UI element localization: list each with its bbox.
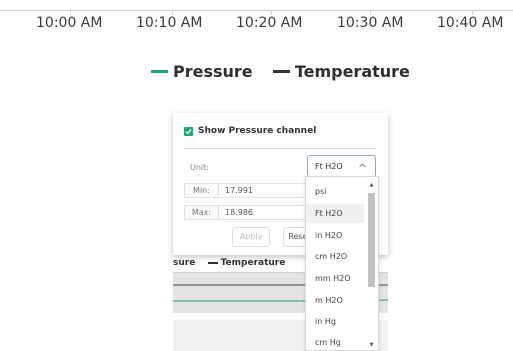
- screen: 10:00 AM 10:10 AM 10:20 AM 10:30 AM 10:4…: [0, 0, 513, 351]
- x-axis-line: [0, 10, 513, 11]
- unit-option[interactable]: m H2O: [306, 291, 364, 310]
- unit-option[interactable]: cm Hg: [306, 333, 364, 350]
- check-icon: [185, 128, 192, 134]
- unit-select[interactable]: Ft H2O: [307, 155, 376, 177]
- unit-option[interactable]: in H2O: [306, 226, 364, 245]
- x-tick-label: 10:30 AM: [337, 15, 404, 31]
- x-tick-label: 10:20 AM: [236, 15, 303, 31]
- chart-legend: Pressure Temperature: [151, 58, 410, 81]
- chevron-up-icon: [359, 163, 366, 168]
- legend-swatch: [151, 70, 168, 73]
- legend-item-temperature[interactable]: Temperature: [272, 62, 410, 81]
- unit-select-value: Ft H2O: [315, 162, 343, 171]
- show-channel-checkbox[interactable]: [184, 126, 193, 136]
- x-tick-label: 10:00 AM: [36, 15, 103, 31]
- mini-legend-label: Temperature: [220, 258, 286, 268]
- mini-legend-label: sure: [173, 258, 196, 268]
- divider: [184, 148, 376, 149]
- unit-option[interactable]: psi: [306, 182, 364, 201]
- legend-label: Pressure: [173, 62, 253, 81]
- legend-item-pressure[interactable]: Pressure: [151, 62, 253, 81]
- show-channel-label: Show Pressure channel: [198, 126, 317, 136]
- apply-button[interactable]: Apply: [232, 227, 270, 247]
- unit-option[interactable]: in Hg: [306, 312, 364, 331]
- unit-option[interactable]: cm H2O: [306, 247, 364, 266]
- unit-dropdown-list: psi Ft H2O in H2O cm H2O mm H2O m H2O in…: [305, 176, 379, 351]
- x-tick-label: 10:10 AM: [136, 15, 203, 31]
- scroll-down-arrow-icon[interactable]: ▼: [367, 341, 376, 349]
- min-label: Min:: [184, 183, 219, 198]
- x-tick-label: 10:40 AM: [437, 15, 504, 31]
- show-channel-row[interactable]: Show Pressure channel: [184, 126, 316, 136]
- unit-option[interactable]: mm H2O: [306, 269, 364, 288]
- legend-label: Temperature: [294, 62, 410, 81]
- legend-swatch: [207, 261, 218, 264]
- mini-chart-legend: sure Temperature: [173, 258, 285, 268]
- scrollbar-thumb[interactable]: [368, 193, 375, 287]
- max-label: Max:: [184, 205, 219, 220]
- legend-swatch: [272, 70, 290, 73]
- unit-label: Unit:: [190, 163, 209, 172]
- scroll-up-arrow-icon[interactable]: ▲: [367, 181, 376, 189]
- unit-option-selected[interactable]: Ft H2O: [306, 204, 364, 223]
- dropdown-scrollbar[interactable]: ▲ ▼: [367, 181, 376, 349]
